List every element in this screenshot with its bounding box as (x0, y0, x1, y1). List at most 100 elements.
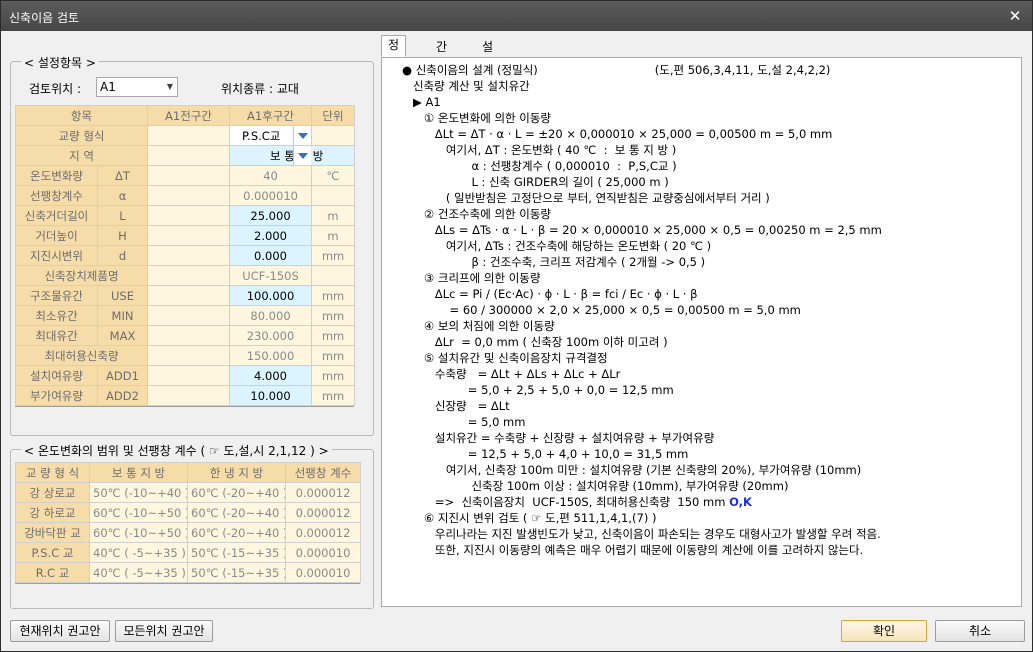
report-line-text: = 5,0 + 2,5 + 5,0 + 0,0 = 12,5 mm (402, 383, 674, 397)
temperature-row: P.S.C 교 40℃ ( -5~+35 ) 50℃ (-15~+35 ) 0.000… (15, 542, 361, 563)
settings-row-front (147, 125, 231, 146)
report-line: 수축량 = ΔLt + ΔLs + ΔLc + ΔLr (402, 366, 621, 382)
report-line: ΔLr = 0,0 mm ( 신축장 100m 이하 미고려 ) (402, 334, 668, 350)
settings-row-back-value[interactable]: 25.000 (229, 205, 313, 226)
settings-group-title: < 설정항목 > (21, 54, 99, 71)
settings-row-unit: mm (311, 325, 356, 346)
settings-row-back-value[interactable]: 100.000 (229, 285, 313, 306)
report-line: 신축량 계산 및 설치유간 (402, 78, 530, 94)
chevron-down-icon: ▼ (166, 82, 173, 91)
report-line: = 5,0 mm (402, 414, 526, 430)
settings-header-front: A1전구간 (147, 105, 231, 126)
temperature-cell: 0.000012 (285, 482, 361, 503)
temperature-cell: 강바닥판 교 (15, 522, 90, 543)
temperature-cell: 0.000012 (285, 502, 361, 523)
settings-row-label: 신축거더길이 (15, 205, 98, 226)
temperature-header-cell: 보 통 지 방 (89, 462, 188, 483)
report-line-text: ① 온도변화에 의한 이동량 (402, 111, 552, 125)
settings-row: 신축거더길이 L 25.000 m (15, 205, 356, 226)
report-line: ⑤ 설치유간 및 신축이음장치 규격결정 (402, 350, 608, 366)
settings-row-back-value[interactable]: 4.000 (229, 365, 313, 386)
tab-simple[interactable]: 간편식 (429, 37, 454, 90)
bridge-type-select[interactable]: P.S.C교 (229, 125, 313, 146)
report-line-text: 또한, 지진시 이동량의 예측은 매우 어렵기 때문에 이동량의 계산에 이를 … (402, 543, 864, 557)
settings-row-symbol: MAX (96, 325, 149, 346)
settings-row-symbol: α (96, 185, 149, 206)
dropdown-arrow-icon[interactable] (293, 146, 312, 165)
cancel-button[interactable]: 취소 (935, 620, 1025, 642)
region-select[interactable]: 보 통 지 방 (229, 145, 356, 166)
report-line: 여기서, 신축장 100m 미만 : 설치여유량 (기본 신축량의 20%), … (402, 462, 861, 478)
settings-row-back-value[interactable]: 0.000 (229, 245, 313, 266)
settings-row-symbol: ΔT (96, 165, 149, 186)
temperature-cell: 50℃ (-15~+35 ) (187, 562, 286, 583)
settings-row: 부가여유량 ADD2 10.000 mm (15, 385, 356, 406)
all-locations-recommend-button[interactable]: 모든위치 권고안 (115, 620, 213, 642)
report-line: = 12,5 + 5,0 + 4,0 + 10,0 = 31,5 mm (402, 446, 689, 462)
settings-row-unit (311, 265, 356, 286)
report-line: β : 건조수축, 크리프 저감계수 ( 2개월 -> 0,5 ) (402, 254, 705, 270)
close-icon[interactable]: ✕ (1004, 5, 1026, 27)
settings-row-back-value: 40 (229, 165, 313, 186)
report-line: ① 온도변화에 의한 이동량 (402, 110, 551, 126)
temperature-cell: 강 하로교 (15, 502, 90, 523)
report-line: ② 건조수축에 의한 이동량 (402, 206, 551, 222)
report-line: => 신축이음장치 UCF-150S, 최대허용신축량 150 mm O,K (402, 494, 752, 510)
settings-row-label: 부가여유량 (15, 385, 98, 406)
settings-row-symbol: d (96, 245, 149, 266)
report-line-text: 여기서, 신축장 100m 미만 : 설치여유량 (기본 신축량의 20%), … (402, 463, 862, 477)
settings-grid: 항목A1전구간A1후구간단위교량 형식 P.S.C교지 역 보 통 지 방온도변화량… (14, 105, 356, 407)
settings-row-unit: mm (311, 365, 356, 386)
report-panel[interactable]: ● 신축이음의 설계 (정밀식) (도,편 506,3,4,11, 도,설 2,… (381, 57, 1022, 607)
temperature-cell: 60℃ (-20~+40 ) (187, 482, 286, 503)
settings-row: 설치여유량 ADD1 4.000 mm (15, 365, 356, 386)
settings-row-unit: mm (311, 385, 356, 406)
settings-row-front (147, 185, 231, 206)
temperature-cell: 0.000010 (285, 562, 361, 583)
location-value: A1 (100, 80, 116, 94)
report-line-text: β : 건조수축, 크리프 저감계수 ( 2개월 -> 0,5 ) (402, 255, 706, 269)
report-line-text: ● 신축이음의 설계 (정밀식) (도,편 506,3,4,11, 도,설 2,… (402, 63, 831, 77)
temperature-range-table: 교 량 형 식보 통 지 방한 냉 지 방 선팽창 계수 강 상로교 50℃ (-10… (15, 462, 361, 583)
settings-row-back-value[interactable]: 10.000 (229, 385, 313, 406)
ok-button[interactable]: 확인 (841, 620, 927, 642)
settings-row-label: 구조물유간 (15, 285, 98, 306)
settings-row: 구조물유간 USE 100.000 mm (15, 285, 356, 306)
settings-row-symbol: ADD1 (96, 365, 149, 386)
temperature-cell: 40℃ ( -5~+35 ) (89, 562, 188, 583)
settings-row-back-value[interactable]: 2.000 (229, 225, 313, 246)
current-location-recommend-button[interactable]: 현재위치 권고안 (10, 620, 110, 642)
report-line: 여기서, ΔT : 온도변화 ( 40 ℃ : 보 통 지 방 ) (402, 142, 676, 158)
report-line: 신장량 = ΔLt (402, 398, 510, 414)
report-line-text: 우리나라는 지진 발생빈도가 낮고, 신축이음이 파손되는 경우도 대형사고가 … (402, 527, 881, 541)
tab-precise[interactable]: 정밀식 (381, 35, 407, 88)
settings-row-label: 신축장치제품명 (14, 265, 149, 286)
settings-row-back-value: 150.000 (229, 345, 313, 366)
report-line: ΔLs = ΔTs · α · L · β = 20 × 0,000010 × … (402, 222, 882, 238)
settings-header-row: 항목 A1전구간 A1후구간 단위 (14, 105, 356, 126)
settings-row-unit (311, 125, 356, 146)
settings-table: 항목A1전구간A1후구간단위교량 형식 P.S.C교지 역 보 통 지 방온도변화량… (14, 105, 356, 406)
dropdown-arrow-icon[interactable] (293, 126, 311, 145)
settings-row: 신축장치제품명 UCF-150S (14, 265, 356, 286)
report-line-text: ΔLr = 0,0 mm ( 신축장 100m 이하 미고려 ) (402, 335, 668, 349)
report-line-text: ④ 보의 처짐에 의한 이동량 (402, 319, 555, 333)
temperature-cell: 60℃ (-20~+40 ) (187, 502, 286, 523)
settings-row-front (147, 385, 231, 406)
settings-row: 교량 형식 P.S.C교 (14, 125, 356, 146)
temperature-cell: 50℃ (-15~+35 ) (187, 542, 286, 563)
report-line: ΔLc = Pi / (Ec·Ac) · ϕ · L · β = fci / E… (402, 286, 698, 302)
temperature-header-cell: 한 냉 지 방 (187, 462, 286, 483)
location-select[interactable]: A1 ▼ (96, 77, 178, 97)
settings-row-label: 거더높이 (15, 225, 98, 246)
settings-row-unit (311, 185, 356, 206)
temperature-row: 강 상로교 50℃ (-10~+40 ) 60℃ (-20~+40 ) 0.00001… (15, 482, 361, 503)
settings-row-front (147, 145, 231, 166)
report-line-text: => 신축이음장치 UCF-150S, 최대허용신축량 150 mm (402, 495, 730, 509)
temperature-cell: R.C 교 (15, 562, 90, 583)
tab-design-check[interactable]: 설계점검 (475, 37, 500, 108)
report-line: 여기서, ΔTs : 건조수축에 해당하는 온도변화 ( 20 ℃ ) (402, 238, 711, 254)
report-line-text: 여기서, ΔTs : 건조수축에 해당하는 온도변화 ( 20 ℃ ) (402, 239, 712, 253)
settings-row-label: 설치여유량 (15, 365, 98, 386)
report-line-text: 신축장 100m 이상 : 설치여유량 (10mm), 부가여유량 (20mm) (402, 479, 789, 493)
